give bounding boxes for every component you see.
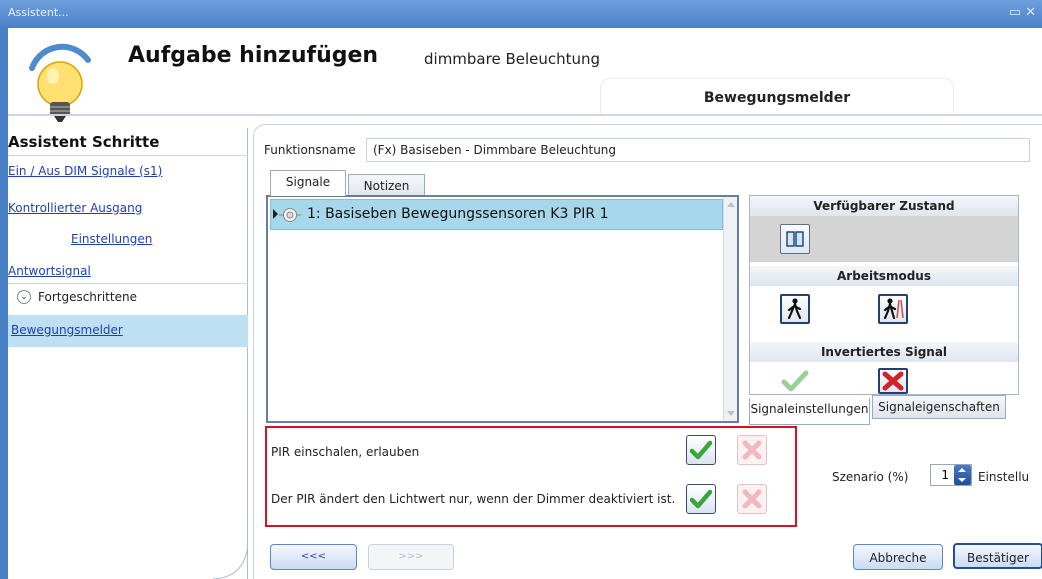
work-mode-header: Arbeitsmodus [750,266,1018,286]
window-title: Assistent... [8,6,69,19]
tab-signaleigenschaften[interactable]: Signaleigenschaften [872,395,1006,419]
spin-down-icon[interactable] [958,478,966,482]
advanced-section-toggle[interactable]: ⌄ Fortgeschrittene [8,283,248,310]
available-state-header: Verfügbarer Zustand [750,196,1018,216]
confirm-button[interactable]: Bestätiger [953,543,1042,569]
function-name-label: Funktionsname [264,143,356,157]
decorative-curve [212,539,248,579]
mode-multi-button[interactable] [878,294,908,324]
walking-persons-icon [883,298,904,320]
pir-enable-label: PIR einschalen, erlauben [271,445,420,459]
main-panel: Funktionsname (Fx) Basiseben - Dimmbare … [253,124,1042,579]
sidebar-item-settings[interactable]: Einstellungen [71,232,152,246]
cross-icon [742,489,762,509]
inverted-button[interactable] [878,368,908,394]
chevron-down-icon: ⌄ [17,290,31,304]
check-icon [689,440,713,460]
settings-label-truncated: Einstellu [978,470,1030,484]
sidebar-item-motion-selected[interactable]: Bewegungsmelder [8,315,248,347]
door-state-icon [786,231,804,247]
title-bar: Assistent... ▭ ✕ [0,0,1042,28]
header-divider [8,114,1042,116]
inverted-signal-header: Invertiertes Signal [750,342,1018,362]
signal-properties-panel: Verfügbarer Zustand Arbeitsmodus Inverti… [749,195,1019,395]
pir-options-box: PIR einschalen, erlauben Der PIR ändert … [265,426,797,527]
divider [8,155,248,156]
pir-dimmer-label: Der PIR ändert den Lichtwert nur, wenn d… [271,492,676,506]
signal-row-label: 1: Basiseben Bewegungssensoren K3 PIR 1 [307,206,609,222]
spin-up-icon[interactable] [958,468,966,472]
sidebar-item-output[interactable]: Kontrollierter Ausgang [8,201,142,215]
cross-icon [882,371,904,391]
state-toggle-button[interactable] [780,224,810,254]
wizard-steps-sidebar: Assistent Schritte Ein / Aus DIM Signale… [8,128,248,579]
pir-enable-yes-button[interactable] [686,435,716,465]
lightbulb-icon [29,43,91,122]
window-controls[interactable]: ▭ ✕ [1009,5,1036,20]
page-title: Aufgabe hinzufügen [128,43,379,68]
page-subtitle: dimmbare Beleuchtung [424,50,601,68]
tab-signaleinstellungen[interactable]: Signaleinstellungen [749,398,870,425]
mode-single-button[interactable] [780,294,810,324]
pir-dimmer-yes-button[interactable] [686,484,716,514]
wizard-window: Aufgabe hinzufügen dimmbare Beleuchtung … [8,28,1042,579]
scroll-up-icon[interactable] [727,202,735,207]
cross-icon [742,440,762,460]
signal-list: 1: Basiseben Bewegungssensoren K3 PIR 1 [266,195,739,423]
back-button[interactable]: <<< [270,544,357,570]
sidebar-item-motion[interactable]: Bewegungsmelder [11,323,123,337]
sidebar-item-signals[interactable]: Ein / Aus DIM Signale (s1) [8,164,162,178]
check-icon [689,489,713,509]
sidebar-heading: Assistent Schritte [8,133,160,151]
scenario-spinner[interactable] [954,465,971,485]
row-pointer-icon [273,209,278,219]
sidebar-item-response[interactable]: Antwortsignal [8,264,91,278]
not-inverted-button[interactable] [780,368,810,398]
function-name-field[interactable]: (Fx) Basiseben - Dimmbare Beleuchtung [366,138,1030,162]
motion-sensor-icon [279,208,301,222]
pir-enable-no-button[interactable] [737,435,767,465]
cancel-button[interactable]: Abbreche [853,544,943,570]
signal-row[interactable]: 1: Basiseben Bewegungssensoren K3 PIR 1 [270,199,723,230]
tab-signale[interactable]: Signale [270,170,346,196]
scroll-down-icon[interactable] [727,411,735,416]
scenario-label: Szenario (%) [832,470,909,484]
pir-dimmer-no-button[interactable] [737,484,767,514]
check-icon [781,370,809,392]
next-button[interactable]: >>> [368,544,454,570]
advanced-label: Fortgeschrittene [38,290,137,304]
tab-bewegungsmelder[interactable]: Bewegungsmelder [600,78,954,114]
signal-list-scrollbar[interactable] [723,197,737,421]
walking-person-icon [787,298,802,320]
